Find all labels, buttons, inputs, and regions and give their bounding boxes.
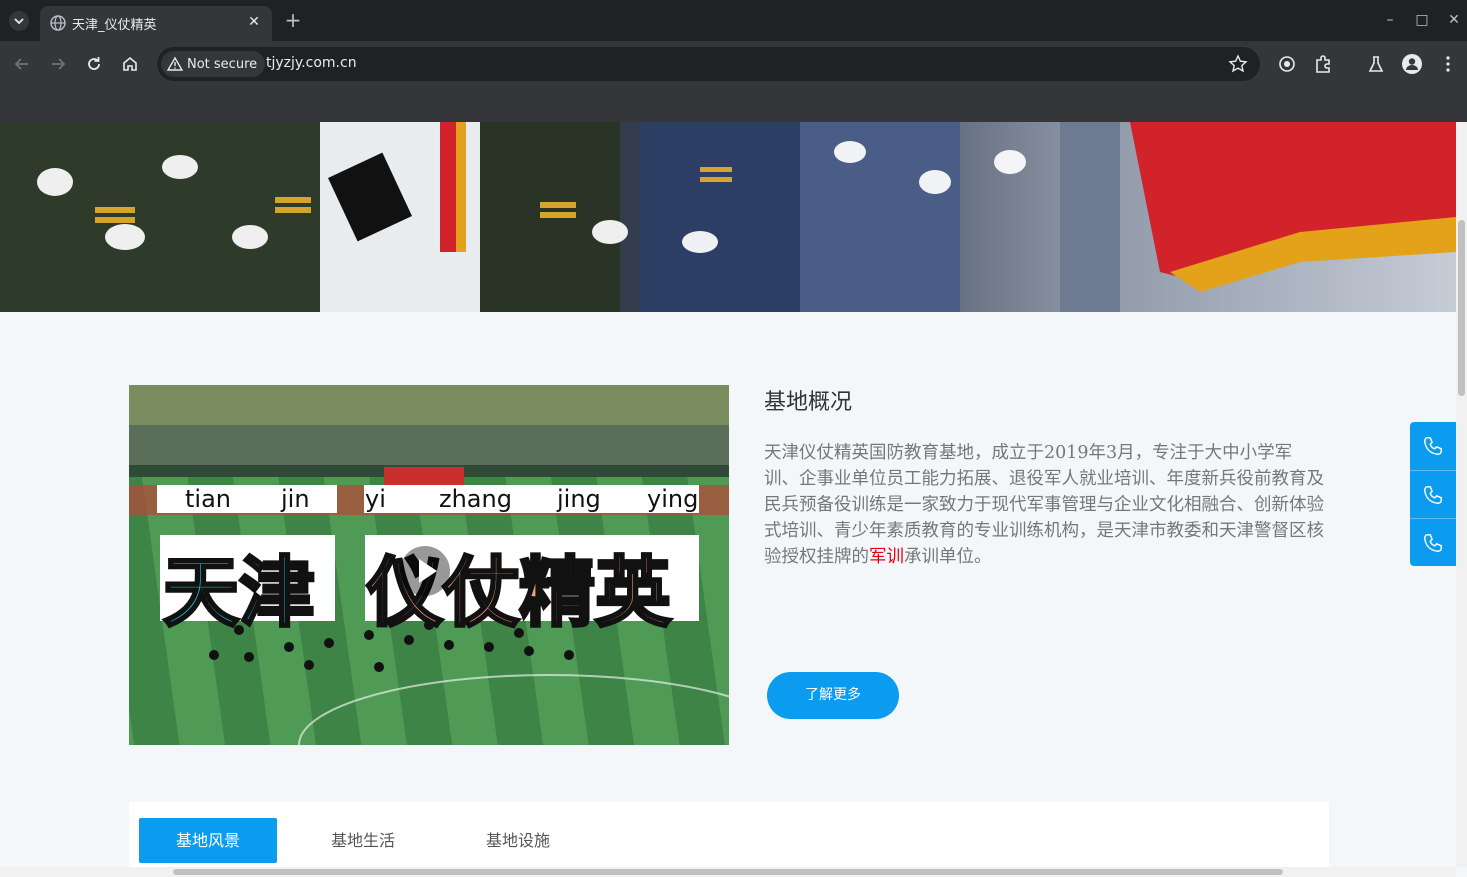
globe-icon	[50, 15, 66, 31]
vertical-scroll-thumb[interactable]	[1458, 220, 1465, 396]
tab-strip: 天津_仪仗精英 ✕ + – □ ✕	[0, 0, 1467, 41]
warning-icon	[167, 56, 183, 71]
phone-contact-button[interactable]	[1410, 470, 1456, 518]
minimize-button[interactable]: –	[1378, 8, 1402, 32]
learn-more-button[interactable]: 了解更多	[767, 672, 899, 719]
floating-contact-bar	[1410, 422, 1456, 566]
pinyin-word: jing	[557, 485, 601, 513]
phone-icon	[1424, 485, 1442, 504]
horizontal-scrollbar[interactable]	[0, 867, 1456, 877]
page-content: tian jin yi zhang jing ying 天津 仪仗精英 基地概况…	[0, 122, 1456, 867]
extension-shield-icon[interactable]	[1276, 53, 1298, 75]
profile-avatar-icon[interactable]	[1401, 53, 1423, 75]
about-text-end: 承训单位。	[904, 547, 992, 567]
play-icon[interactable]	[399, 545, 451, 597]
honor-guard-illustration	[0, 122, 1456, 312]
phone-contact-button[interactable]	[1410, 422, 1456, 470]
gallery-tabs-panel: 基地风景 基地生活 基地设施	[129, 802, 1329, 867]
tab-title: 天津_仪仗精英	[72, 18, 157, 33]
new-tab-button[interactable]: +	[282, 9, 304, 31]
close-window-button[interactable]: ✕	[1442, 8, 1466, 32]
bookmark-star-icon[interactable]	[1228, 54, 1248, 74]
reload-icon[interactable]	[81, 51, 107, 77]
phone-icon	[1424, 437, 1442, 455]
home-icon[interactable]	[117, 51, 143, 77]
bookmarks-bar	[0, 87, 1467, 122]
browser-tab[interactable]: 天津_仪仗精英 ✕	[40, 6, 272, 41]
about-text-main: 天津仪仗精英国防教育基地，成立于2019年3月，专注于大中小学军训、企事业单位员…	[764, 443, 1324, 567]
forward-icon[interactable]	[45, 51, 71, 77]
tab-base-scenery[interactable]: 基地风景	[139, 818, 277, 863]
address-bar[interactable]: Not secure tjyzjy.com.cn	[157, 47, 1260, 81]
pinyin-word: tian	[185, 485, 231, 513]
military-training-highlight: 军训	[869, 547, 904, 567]
phone-contact-button[interactable]	[1410, 518, 1456, 566]
extensions-puzzle-icon[interactable]	[1312, 53, 1334, 75]
intro-video-player[interactable]: tian jin yi zhang jing ying 天津 仪仗精英	[129, 385, 729, 745]
about-description: 天津仪仗精英国防教育基地，成立于2019年3月，专注于大中小学军训、企事业单位员…	[764, 440, 1326, 570]
pinyin-word: yi	[365, 485, 386, 513]
menu-kebab-icon[interactable]	[1437, 53, 1459, 75]
about-heading: 基地概况	[764, 390, 853, 415]
vertical-scrollbar[interactable]	[1456, 122, 1467, 867]
back-icon[interactable]	[9, 51, 35, 77]
security-chip[interactable]: Not secure	[161, 51, 266, 77]
horizontal-scroll-thumb[interactable]	[173, 869, 1283, 875]
labs-flask-icon[interactable]	[1365, 53, 1387, 75]
hero-banner-image	[0, 122, 1456, 312]
browser-toolbar: Not secure tjyzjy.com.cn	[0, 41, 1467, 87]
pinyin-row: tian jin yi zhang jing ying	[129, 485, 729, 515]
tab-search-icon[interactable]	[8, 10, 30, 32]
security-label: Not secure	[187, 56, 258, 72]
browser-chrome: 天津_仪仗精英 ✕ + – □ ✕ Not secure tjyzjy.com.…	[0, 0, 1467, 122]
url-text[interactable]: tjyzjy.com.cn	[266, 55, 357, 71]
pinyin-word: ying	[647, 485, 699, 513]
maximize-button[interactable]: □	[1410, 8, 1434, 32]
phone-icon	[1424, 533, 1442, 552]
tab-base-facilities[interactable]: 基地设施	[449, 818, 587, 863]
tab-close-icon[interactable]: ✕	[244, 12, 264, 32]
pinyin-word: zhang	[439, 485, 512, 513]
pinyin-word: jin	[281, 485, 310, 513]
tab-base-life[interactable]: 基地生活	[294, 818, 432, 863]
video-caption-cyan: 天津	[162, 547, 317, 639]
